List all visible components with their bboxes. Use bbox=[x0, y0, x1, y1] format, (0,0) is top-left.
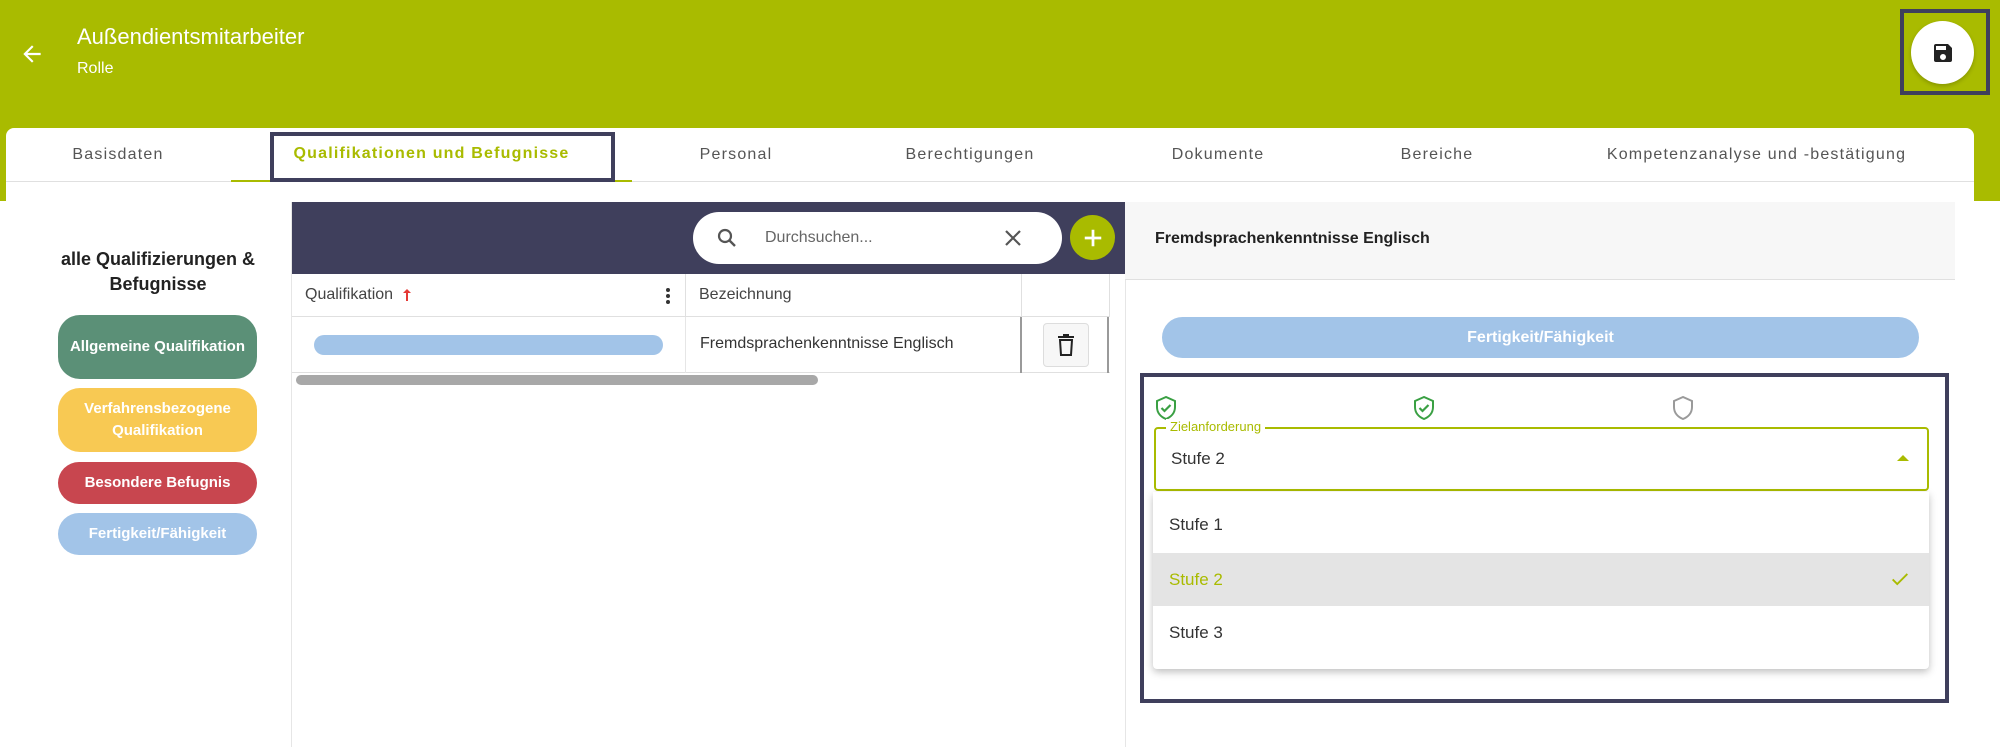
column-label: Bezeichnung bbox=[699, 286, 792, 303]
tab-dokumente[interactable]: Dokumente bbox=[1101, 128, 1335, 182]
checkmark-icon bbox=[1892, 573, 1908, 586]
column-divider bbox=[1125, 202, 1126, 747]
column-header-bezeichnung[interactable]: Bezeichnung bbox=[686, 274, 1022, 317]
legend-allgemeine-qualifikation[interactable]: Allgemeine Qualifikation bbox=[58, 315, 257, 379]
tab-kompetenzanalyse[interactable]: Kompetenzanalyse und -bestätigung bbox=[1539, 128, 1974, 182]
row-bezeichnung: Fremdsprachenkenntnisse Englisch bbox=[700, 335, 954, 352]
column-header-qualifikation[interactable]: Qualifikation bbox=[292, 274, 686, 317]
sort-arrow-up-icon bbox=[403, 289, 412, 301]
cell-divider bbox=[685, 317, 686, 373]
legend-title: alle Qualifizierungen & Befugnisse bbox=[60, 249, 256, 294]
tab-basisdaten[interactable]: Basisdaten bbox=[6, 128, 230, 182]
legend-label: Allgemeine Qualifikation bbox=[69, 338, 246, 355]
tab-qualifikationen[interactable]: Qualifikationen und Befugnisse bbox=[231, 128, 632, 182]
back-button[interactable] bbox=[14, 36, 50, 72]
tab-personal[interactable]: Personal bbox=[633, 128, 839, 182]
search-input[interactable] bbox=[765, 224, 995, 252]
option-label: Stufe 1 bbox=[1169, 514, 1223, 534]
option-stufe-1[interactable]: Stufe 1 bbox=[1153, 498, 1929, 551]
save-button[interactable] bbox=[1911, 21, 1974, 84]
horizontal-scrollbar[interactable] bbox=[296, 375, 818, 385]
category-label: Fertigkeit/Fähigkeit bbox=[1467, 328, 1614, 346]
option-label: Stufe 2 bbox=[1169, 569, 1223, 589]
column-header-actions bbox=[1022, 274, 1110, 317]
delete-button[interactable] bbox=[1043, 323, 1089, 367]
shield-check-icon[interactable] bbox=[1155, 396, 1177, 420]
search-icon bbox=[717, 228, 736, 247]
legend-label: Besondere Befugnis bbox=[84, 474, 231, 491]
select-value: Stufe 2 bbox=[1171, 449, 1225, 468]
caret-up-icon bbox=[1897, 455, 1909, 461]
cell-divider bbox=[1107, 317, 1109, 373]
option-stufe-2[interactable]: Stufe 2 bbox=[1153, 553, 1929, 606]
qualification-color-bar bbox=[314, 335, 663, 355]
legend-verfahrensbezogene-qualifikation[interactable]: Verfahrensbezogene Qualifikation bbox=[58, 388, 257, 452]
page-subtitle: Rolle bbox=[77, 60, 114, 77]
more-vertical-icon[interactable] bbox=[665, 287, 671, 305]
category-pill[interactable]: Fertigkeit/Fähigkeit bbox=[1162, 317, 1919, 358]
detail-title: Fremdsprachenkenntnisse Englisch bbox=[1155, 230, 1430, 247]
zielanforderung-select[interactable]: Zielanforderung Stufe 2 bbox=[1154, 419, 1929, 491]
trash-icon bbox=[1058, 334, 1074, 356]
dropdown-menu: Stufe 1 Stufe 2 Stufe 3 bbox=[1153, 492, 1929, 669]
shield-icon[interactable] bbox=[1672, 396, 1694, 420]
detail-header: Fremdsprachenkenntnisse Englisch bbox=[1125, 202, 1955, 280]
close-icon[interactable] bbox=[1001, 226, 1025, 250]
plus-icon bbox=[1084, 229, 1101, 246]
search-box bbox=[693, 212, 1062, 264]
select-label: Zielanforderung bbox=[1166, 419, 1266, 434]
legend-label: Fertigkeit/Fähigkeit bbox=[88, 525, 227, 542]
table-row[interactable]: Fremdsprachenkenntnisse Englisch bbox=[292, 317, 1110, 373]
add-button[interactable] bbox=[1070, 215, 1115, 260]
page-title: Außendientsmitarbeiter bbox=[77, 24, 305, 49]
tab-berechtigungen[interactable]: Berechtigungen bbox=[840, 128, 1100, 182]
legend-fertigkeit[interactable]: Fertigkeit/Fähigkeit bbox=[58, 513, 257, 555]
arrow-left-icon bbox=[23, 45, 41, 63]
legend-besondere-befugnis[interactable]: Besondere Befugnis bbox=[58, 462, 257, 504]
column-label: Qualifikation bbox=[305, 286, 394, 303]
shield-check-icon[interactable] bbox=[1413, 396, 1435, 420]
option-stufe-3[interactable]: Stufe 3 bbox=[1153, 606, 1929, 659]
legend-label: Verfahrensbezogene Qualifikation bbox=[84, 400, 231, 439]
tab-bar: Basisdaten Qualifikationen und Befugniss… bbox=[6, 128, 1974, 182]
option-label: Stufe 3 bbox=[1169, 622, 1223, 642]
cell-divider bbox=[1020, 317, 1022, 373]
tab-bereiche[interactable]: Bereiche bbox=[1336, 128, 1538, 182]
floppy-disk-icon bbox=[1933, 43, 1952, 62]
